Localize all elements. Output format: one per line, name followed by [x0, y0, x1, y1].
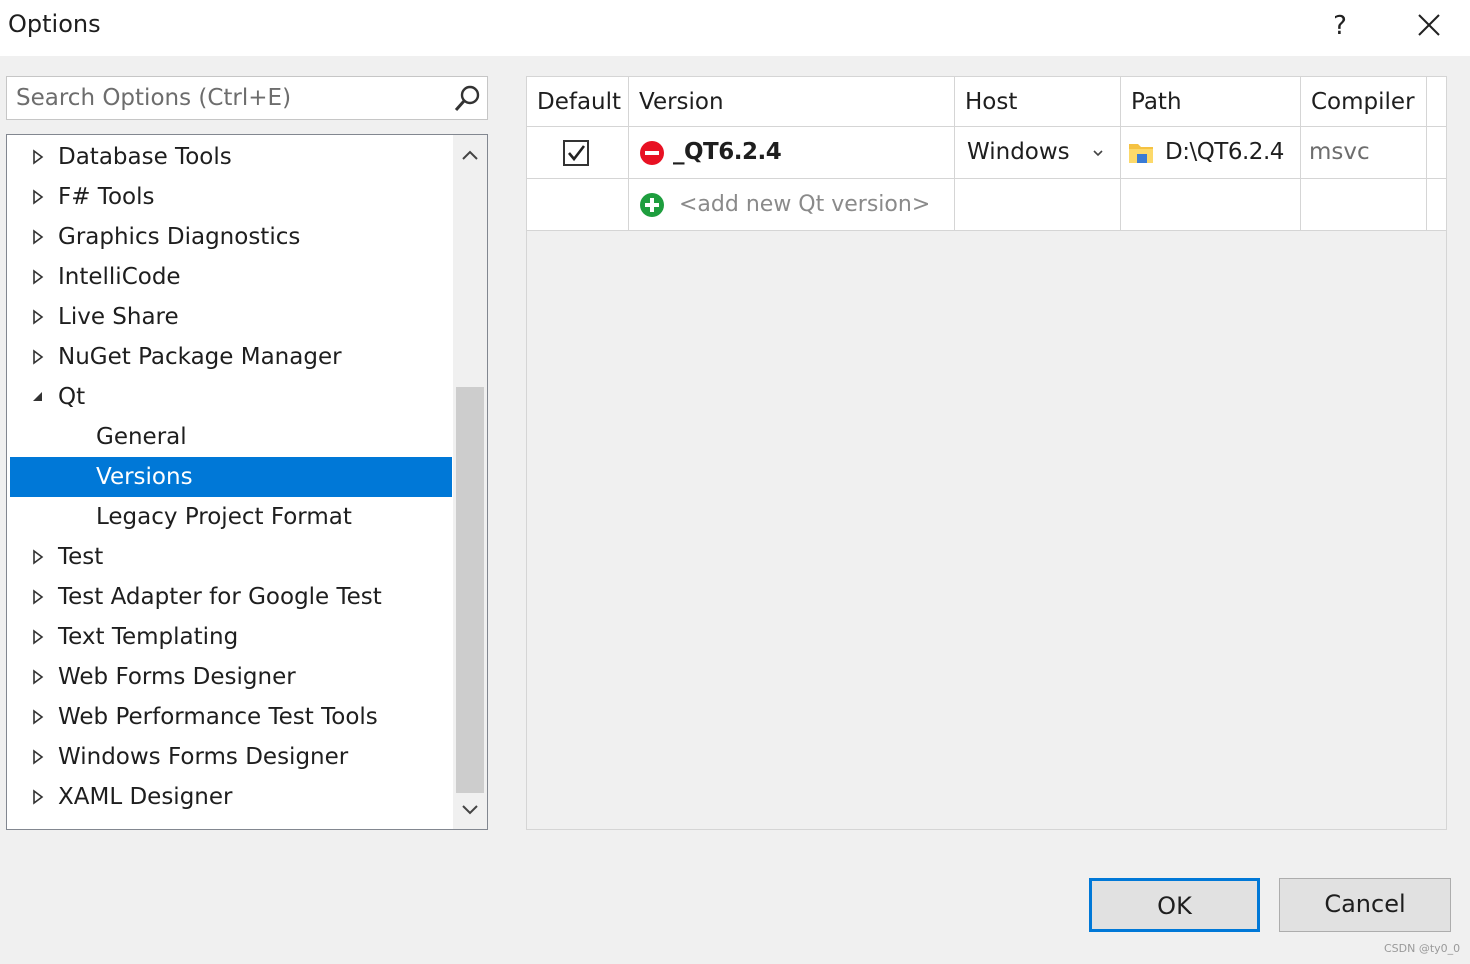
column-header-path[interactable]: Path: [1121, 77, 1301, 127]
tree-item-legacy-project-format[interactable]: Legacy Project Format: [10, 497, 452, 537]
add-version-row[interactable]: <add new Qt version>: [527, 179, 1446, 231]
tree-item-label: General: [96, 424, 187, 450]
expand-arrow-icon[interactable]: [30, 709, 46, 725]
column-header-compiler[interactable]: Compiler: [1301, 77, 1427, 127]
tree-item-test-adapter-for-google-test[interactable]: Test Adapter for Google Test: [10, 577, 452, 617]
grid-header: Default Version Host Path Compiler: [527, 77, 1446, 127]
tree-item-label: Legacy Project Format: [96, 504, 352, 530]
empty-cell: [1121, 179, 1301, 230]
close-button[interactable]: [1408, 6, 1448, 46]
search-box: [6, 76, 488, 120]
search-input[interactable]: [7, 77, 447, 119]
remove-circle-icon[interactable]: [639, 140, 665, 166]
tree-item-graphics-diagnostics[interactable]: Graphics Diagnostics: [10, 217, 452, 257]
host-cell[interactable]: Windows: [955, 127, 1121, 178]
expand-arrow-icon[interactable]: [30, 589, 46, 605]
tree-item-xaml-designer[interactable]: XAML Designer: [10, 777, 452, 817]
tree-item-label: Text Templating: [58, 624, 239, 650]
expand-arrow-icon[interactable]: [30, 189, 46, 205]
tree-item-f-tools[interactable]: F# Tools: [10, 177, 452, 217]
tree-item-label: Versions: [96, 464, 193, 490]
scroll-down-icon[interactable]: [453, 795, 487, 825]
tree-item-label: Database Tools: [58, 144, 232, 170]
scroll-up-icon[interactable]: [453, 141, 487, 171]
expand-arrow-icon[interactable]: [30, 309, 46, 325]
expand-arrow-icon[interactable]: [30, 149, 46, 165]
column-header-default[interactable]: Default: [527, 77, 629, 127]
empty-cell: [527, 179, 629, 230]
default-checkbox[interactable]: [563, 140, 589, 166]
add-version-label[interactable]: <add new Qt version>: [679, 179, 930, 230]
tree-item-label: IntelliCode: [58, 264, 181, 290]
title-bar: Options ?: [0, 0, 1470, 56]
tree-scrollbar[interactable]: [453, 135, 487, 829]
tree-item-database-tools[interactable]: Database Tools: [10, 137, 452, 177]
tree-item-label: Windows Forms Designer: [58, 744, 349, 770]
tree-item-label: Web Forms Designer: [58, 664, 296, 690]
path-value: D:\QT6.2.4: [1165, 139, 1284, 165]
tree-item-text-templating[interactable]: Text Templating: [10, 617, 452, 657]
help-button[interactable]: ?: [1322, 6, 1358, 46]
table-row[interactable]: _QT6.2.4 Windows D:\QT6.2.4 msvc: [527, 127, 1446, 179]
expand-arrow-icon[interactable]: [30, 269, 46, 285]
expand-arrow-icon[interactable]: [30, 629, 46, 645]
tree-item-label: Qt: [58, 384, 86, 410]
tree-item-versions[interactable]: Versions: [10, 457, 452, 497]
search-icon[interactable]: [451, 83, 483, 115]
ok-button[interactable]: OK: [1089, 878, 1260, 932]
expand-arrow-icon[interactable]: [30, 749, 46, 765]
empty-cell: [1301, 179, 1427, 230]
column-header-version[interactable]: Version: [629, 77, 955, 127]
expand-arrow-icon[interactable]: [30, 789, 46, 805]
tree-item-label: Graphics Diagnostics: [58, 224, 301, 250]
folder-icon[interactable]: [1127, 140, 1157, 166]
expand-arrow-icon[interactable]: [30, 349, 46, 365]
scrollbar-thumb[interactable]: [456, 387, 484, 793]
tree-item-test[interactable]: Test: [10, 537, 452, 577]
version-cell[interactable]: _QT6.2.4: [629, 127, 955, 178]
collapse-arrow-icon[interactable]: [30, 389, 46, 405]
add-version-cell[interactable]: <add new Qt version>: [629, 179, 955, 230]
version-name: _QT6.2.4: [673, 139, 782, 165]
compiler-value: msvc: [1309, 139, 1370, 165]
tree-item-label: NuGet Package Manager: [58, 344, 342, 370]
expand-arrow-icon[interactable]: [30, 549, 46, 565]
tree-item-label: F# Tools: [58, 184, 155, 210]
cancel-button[interactable]: Cancel: [1279, 878, 1451, 932]
tree-item-label: Web Performance Test Tools: [58, 704, 378, 730]
add-circle-icon[interactable]: [639, 192, 665, 218]
tree-item-nuget-package-manager[interactable]: NuGet Package Manager: [10, 337, 452, 377]
tree-item-windows-forms-designer[interactable]: Windows Forms Designer: [10, 737, 452, 777]
compiler-cell[interactable]: msvc: [1301, 127, 1427, 178]
tree-item-web-forms-designer[interactable]: Web Forms Designer: [10, 657, 452, 697]
tree-item-live-share[interactable]: Live Share: [10, 297, 452, 337]
host-value: Windows: [967, 139, 1070, 165]
expand-arrow-icon[interactable]: [30, 229, 46, 245]
tree-item-web-performance-test-tools[interactable]: Web Performance Test Tools: [10, 697, 452, 737]
default-cell: [527, 127, 629, 178]
tree-item-general[interactable]: General: [10, 417, 452, 457]
chevron-down-icon[interactable]: [1091, 146, 1105, 160]
expand-arrow-icon[interactable]: [30, 669, 46, 685]
path-cell[interactable]: D:\QT6.2.4: [1121, 127, 1301, 178]
column-header-host[interactable]: Host: [955, 77, 1121, 127]
watermark: CSDN @ty0_0: [1384, 942, 1461, 955]
versions-grid: Default Version Host Path Compiler _QT6.…: [526, 76, 1447, 830]
tree-item-qt[interactable]: Qt: [10, 377, 452, 417]
close-icon: [1418, 14, 1440, 36]
tree-item-label: Test: [58, 544, 104, 570]
tree-item-label: XAML Designer: [58, 784, 233, 810]
dialog-title: Options: [8, 10, 101, 38]
checkmark-icon: [568, 145, 586, 162]
tree-item-label: Live Share: [58, 304, 179, 330]
empty-cell: [955, 179, 1121, 230]
tree-item-intellicode[interactable]: IntelliCode: [10, 257, 452, 297]
options-tree: Database Tools F# Tools Graphics Diagnosti…: [6, 134, 488, 830]
tree-item-label: Test Adapter for Google Test: [58, 584, 382, 610]
